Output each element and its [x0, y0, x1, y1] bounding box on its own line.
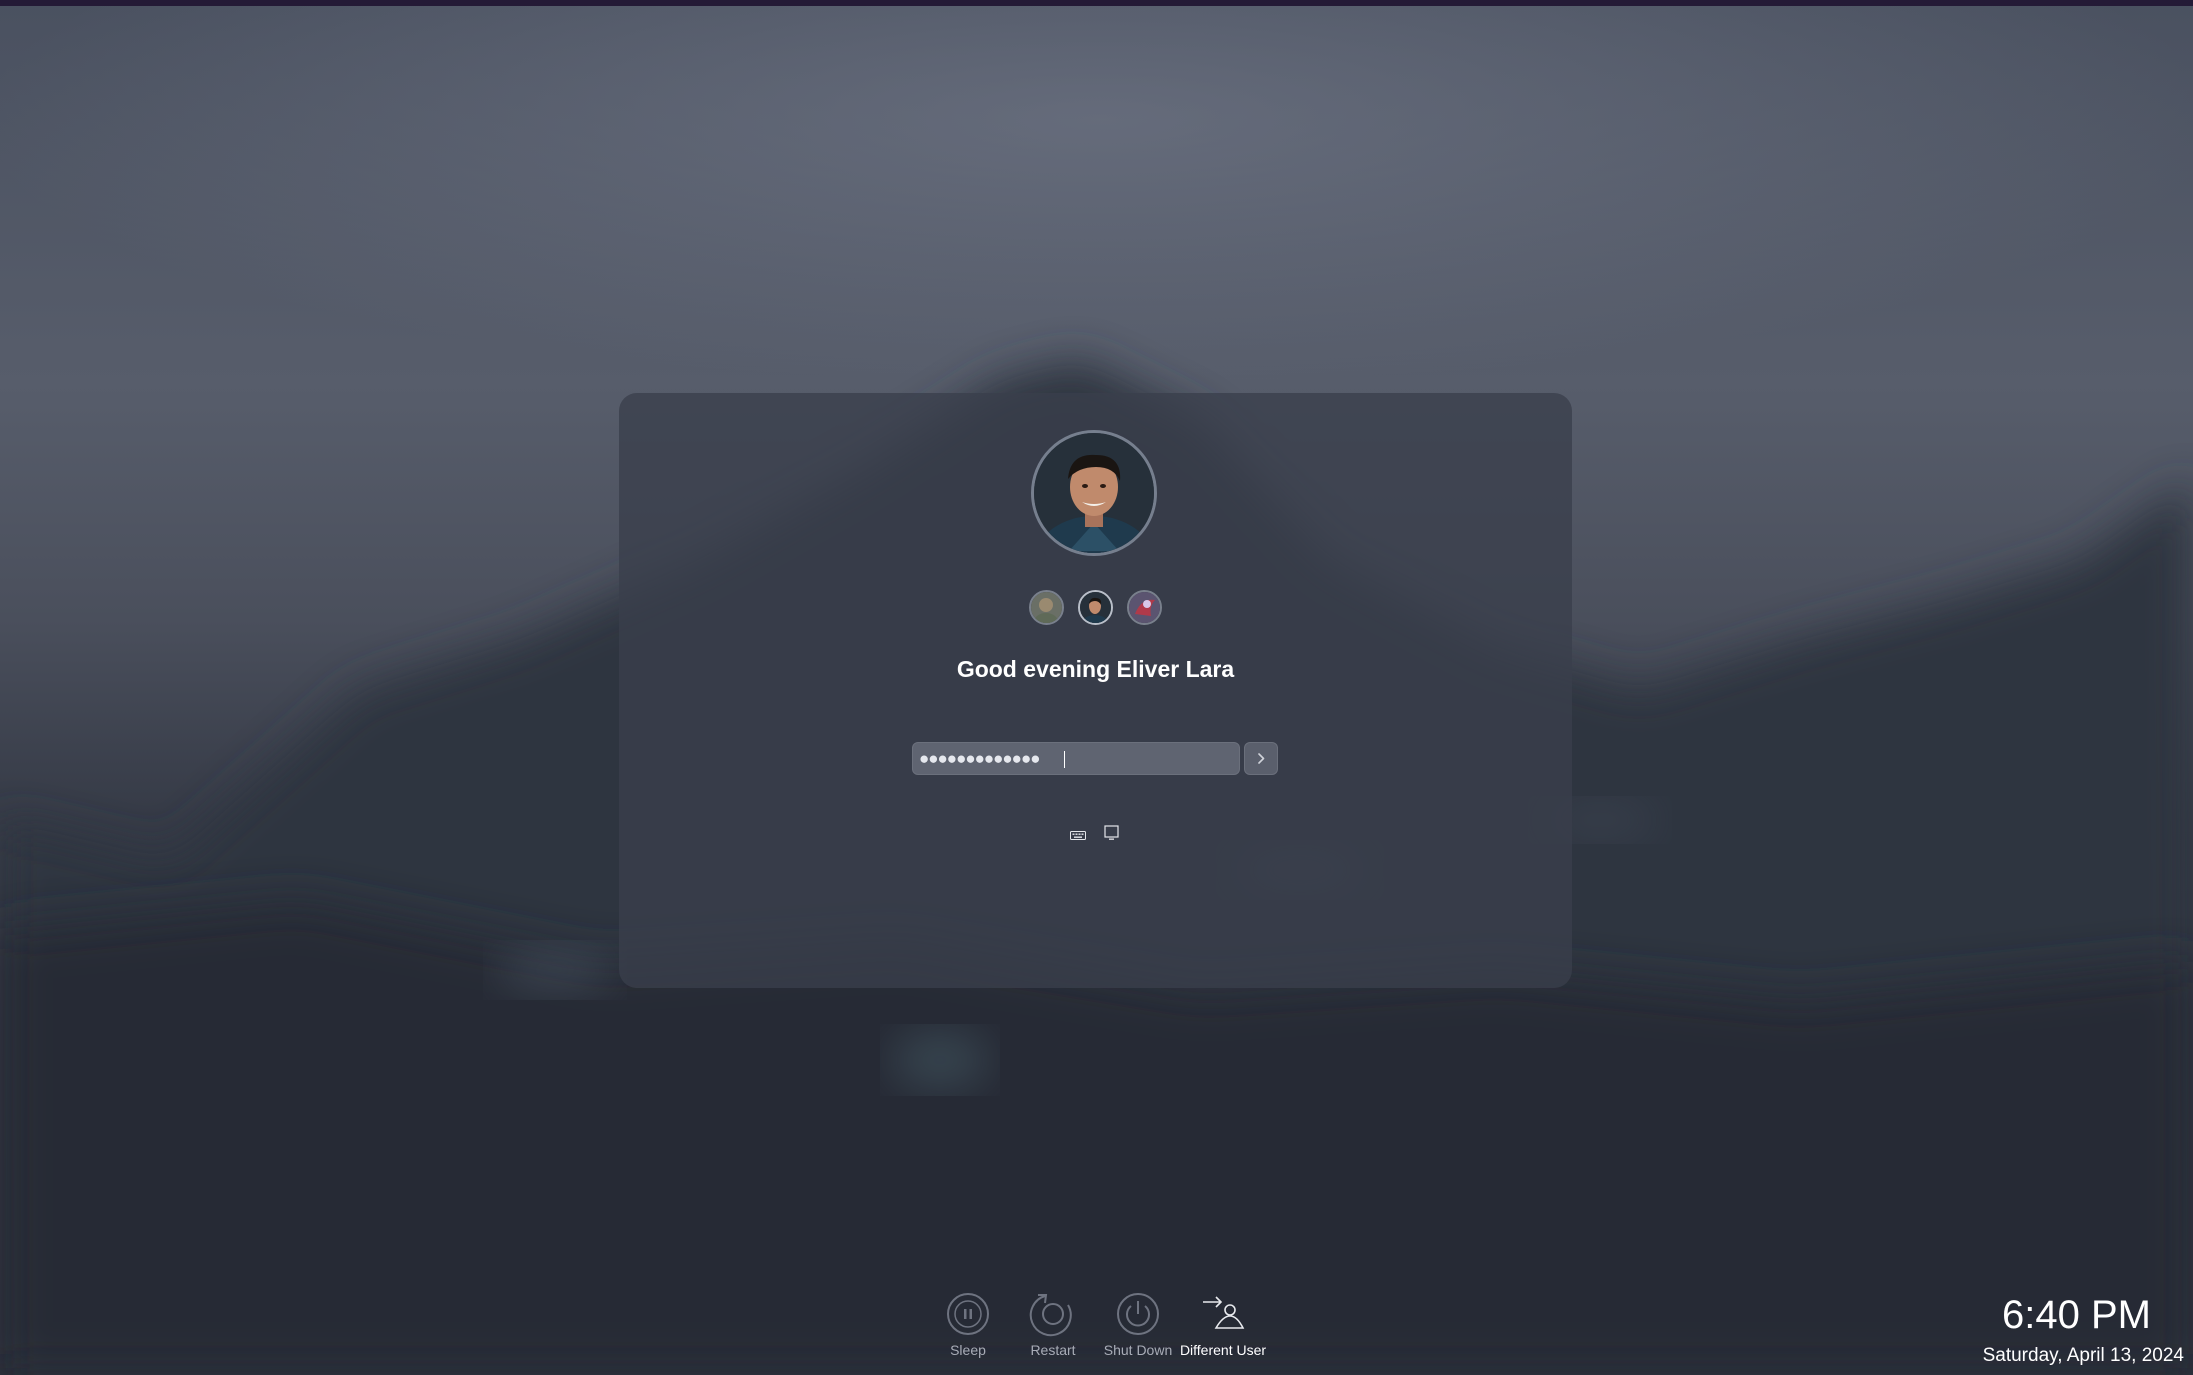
clock-time: 6:40 PM: [2002, 1293, 2151, 1337]
power-icon: [1117, 1293, 1159, 1335]
chevron-right-icon: [1258, 753, 1265, 764]
user-switch-avatar-3[interactable]: [1127, 590, 1162, 625]
clock-date: Saturday, April 13, 2024: [1982, 1345, 2184, 1366]
sleep-button[interactable]: [928, 1292, 1008, 1342]
shut-down-button[interactable]: [1098, 1292, 1178, 1342]
restart-icon: [1029, 1294, 1072, 1337]
switch-user-icon: [1203, 1296, 1245, 1329]
password-value: ●●●●●●●●●●●●●: [919, 749, 1040, 768]
user-avatar: [1031, 430, 1157, 556]
screen-icon[interactable]: [1104, 825, 1119, 841]
text-caret: [1064, 751, 1065, 768]
keyboard-icon[interactable]: [1070, 829, 1086, 841]
user-switch-avatar-1[interactable]: [1029, 590, 1064, 625]
user-switch-avatar-2[interactable]: [1078, 590, 1113, 625]
greeting-text: Good evening Eliver Lara: [956, 656, 1235, 682]
submit-button[interactable]: [1244, 742, 1278, 775]
sleep-icon: [947, 1293, 989, 1335]
different-user-label: Different User: [1179, 1342, 1267, 1358]
password-input[interactable]: ●●●●●●●●●●●●●: [912, 742, 1240, 775]
restart-button[interactable]: [1013, 1292, 1093, 1342]
different-user-button[interactable]: [1183, 1292, 1263, 1342]
